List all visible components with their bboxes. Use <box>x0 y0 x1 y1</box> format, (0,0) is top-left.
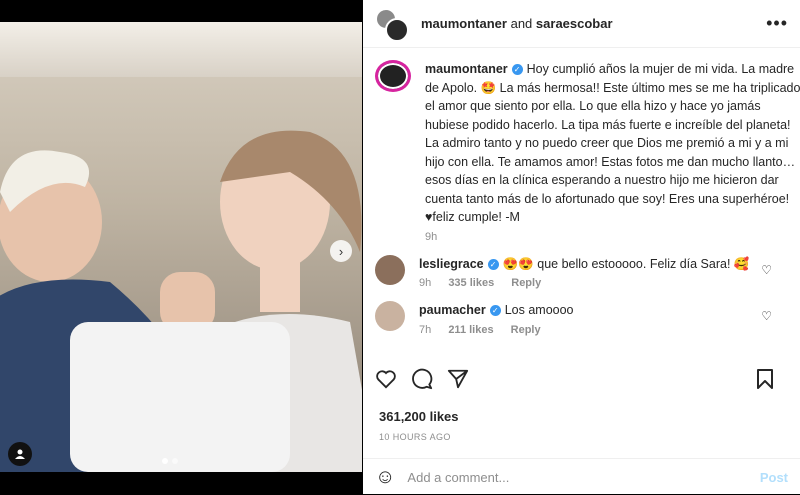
post-details-panel: maumontaner and saraescobar ••• maumonta… <box>363 0 800 494</box>
comment-likes[interactable]: 335 likes <box>448 277 494 289</box>
comment-text: 😍😍 que bello estooooo. Feliz día Sara! 🥰 <box>502 256 750 271</box>
verified-badge-icon: ✓ <box>487 258 499 270</box>
post-media[interactable]: › <box>0 22 362 472</box>
caption: maumontaner ✓ Hoy cumplió años la mujer de… <box>425 60 800 227</box>
caption-time: 9h <box>425 230 438 243</box>
comment-time: 7h <box>419 323 432 336</box>
comment-username[interactable]: paumacher <box>419 303 486 317</box>
post-authors: maumontaner and saraescobar <box>421 16 613 31</box>
author-username[interactable]: maumontaner <box>421 16 507 31</box>
tagged-users-button[interactable] <box>8 442 32 466</box>
comment-time: 9h <box>419 277 432 289</box>
heart-icon <box>376 370 396 389</box>
photo-ceiling-light <box>0 22 362 77</box>
comment-input[interactable]: Add a comment... <box>407 470 509 485</box>
save-button[interactable] <box>756 368 774 390</box>
comment-button[interactable] <box>411 368 433 390</box>
carousel-dot <box>172 458 178 464</box>
more-options-button[interactable]: ••• <box>766 13 788 34</box>
caption-username[interactable]: maumontaner <box>425 62 508 76</box>
post-timestamp: 10 HOURS AGO <box>379 432 451 442</box>
comment-meta: 7h 211 likes Reply <box>419 324 799 336</box>
comments-list[interactable]: maumontaner ✓ Hoy cumplió años la mujer de… <box>363 48 800 370</box>
comment-composer: ☺ Add a comment... Post <box>363 458 800 495</box>
user-icon <box>15 449 25 459</box>
chevron-right-icon: › <box>338 243 344 259</box>
like-comment-heart-icon[interactable]: ♡ <box>761 309 772 323</box>
emoji-icon[interactable]: ☺ <box>375 466 395 489</box>
carousel-dot <box>162 458 168 464</box>
comment-username[interactable]: lesliegrace <box>419 257 484 271</box>
authors-joiner: and <box>510 16 533 31</box>
like-comment-heart-icon[interactable]: ♡ <box>761 263 772 277</box>
bookmark-icon <box>757 369 773 389</box>
carousel-indicator <box>162 458 178 464</box>
verified-badge-icon: ✓ <box>489 305 501 317</box>
comment-icon <box>412 368 433 390</box>
reply-button[interactable]: Reply <box>511 277 541 289</box>
author-avatars[interactable] <box>375 7 411 42</box>
like-button[interactable] <box>375 369 397 389</box>
avatar[interactable] <box>375 254 405 285</box>
comment-meta: 9h 335 likes Reply <box>419 277 799 289</box>
caption-row: maumontaner ✓ Hoy cumplió años la mujer de… <box>375 60 800 243</box>
comment-body: lesliegrace ✓ 😍😍 que bello estooooo. Feliz… <box>419 255 799 274</box>
avatar[interactable] <box>375 301 405 331</box>
likes-count[interactable]: 361,200 likes <box>379 409 459 424</box>
post-actions <box>375 368 788 390</box>
comment-text: Los amoooo <box>504 303 574 317</box>
caption-meta: 9h <box>425 231 800 243</box>
coauthor-username[interactable]: saraescobar <box>536 16 613 31</box>
caption-text: Hoy cumplió años la mujer de mi vida. La… <box>425 62 800 224</box>
comment-body: paumacher ✓ Los amoooo <box>419 301 799 320</box>
send-icon <box>447 369 469 389</box>
photo-bed <box>70 322 290 472</box>
avatar <box>385 17 409 42</box>
post-comment-button[interactable]: Post <box>760 470 788 485</box>
list-item: paumacher ✓ Los amoooo 7h 211 likes Reply … <box>375 301 784 336</box>
comment-likes[interactable]: 211 likes <box>448 324 493 336</box>
next-photo-button[interactable]: › <box>330 240 352 262</box>
avatar[interactable] <box>375 60 411 92</box>
share-button[interactable] <box>447 368 469 390</box>
list-item: lesliegrace ✓ 😍😍 que bello estooooo. Feliz… <box>375 254 784 289</box>
reply-button[interactable]: Reply <box>511 324 541 336</box>
post-header: maumontaner and saraescobar ••• <box>363 0 800 48</box>
ellipsis-icon: ••• <box>766 13 788 33</box>
verified-badge-icon: ✓ <box>511 64 523 76</box>
